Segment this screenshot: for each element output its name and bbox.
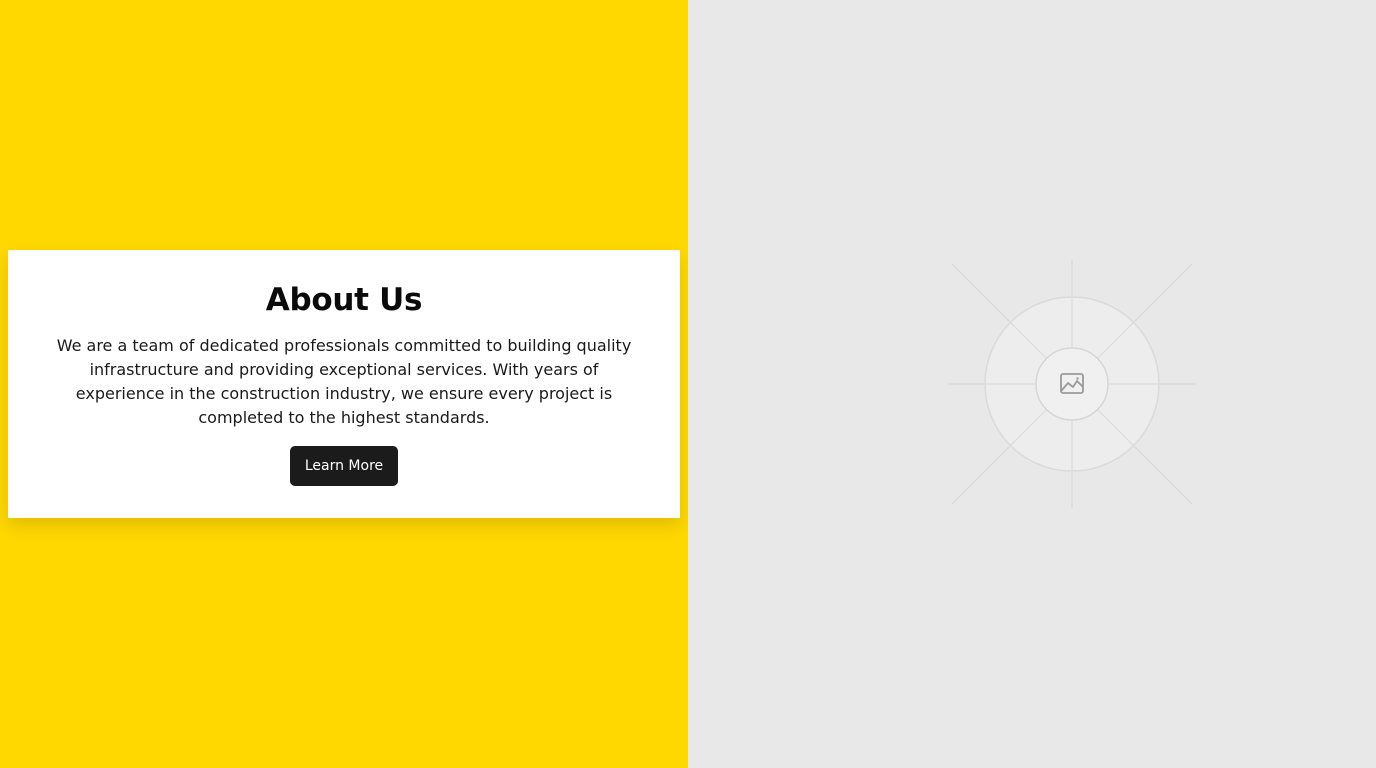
about-title: About Us <box>265 282 423 318</box>
about-description: We are a team of dedicated professionals… <box>56 336 632 427</box>
about-section: About Us We are a team of dedicated prof… <box>0 0 688 768</box>
learn-more-button[interactable]: Learn More <box>290 446 398 486</box>
about-card: About Us We are a team of dedicated prof… <box>8 250 680 518</box>
image-panel <box>688 0 1376 768</box>
page: About Us We are a team of dedicated prof… <box>0 0 1376 768</box>
image-placeholder <box>948 260 1196 508</box>
